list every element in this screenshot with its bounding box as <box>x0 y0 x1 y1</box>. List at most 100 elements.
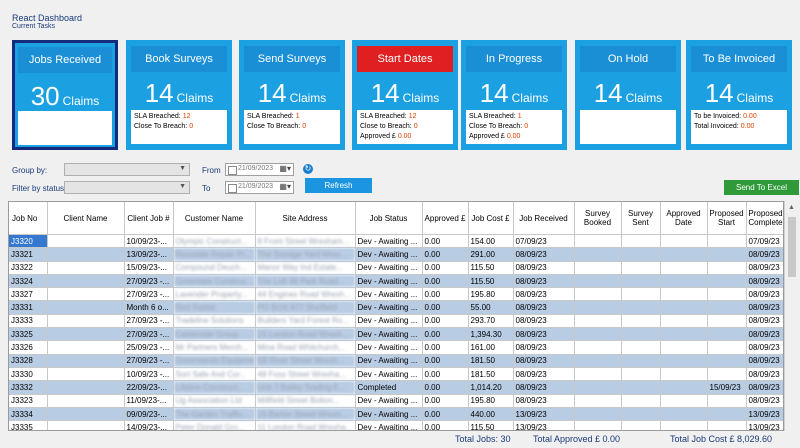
table-cell: 181.50 <box>468 354 514 368</box>
card-stat-value: 0 <box>524 123 529 130</box>
group-by-select[interactable]: ▼ <box>64 163 190 176</box>
card-to-be-invoiced[interactable]: To Be Invoiced 14 Claims To be Invoiced: 0.0… <box>686 40 792 150</box>
column-header[interactable]: Proposed Complete <box>746 202 783 235</box>
card-send-surveys[interactable]: Send Surveys 14 Claims SLA Breached: 1 Close … <box>239 40 345 150</box>
card-count: 14 Claims <box>686 78 792 109</box>
table-cell: Unit 7 Bailey Trading E... <box>255 380 356 395</box>
card-stat-label: Close To Breach: <box>469 123 523 130</box>
card-stat-value: 1 <box>295 113 300 120</box>
table-row[interactable]: J3330 10/09/23 -... Sort Safe And Cor... 48… <box>9 367 783 382</box>
table-cell <box>621 274 661 289</box>
from-date-picker[interactable]: 21/09/2023 ▦▾ <box>225 163 294 176</box>
column-header[interactable]: Job Status <box>355 202 423 235</box>
scrollbar-thumb[interactable] <box>788 217 796 277</box>
card-header[interactable]: Book Surveys <box>131 46 227 72</box>
column-header[interactable]: Approved Date <box>660 202 708 235</box>
table-cell: 291.00 <box>468 247 514 262</box>
table-cell: 0.00 <box>422 314 469 329</box>
column-header[interactable]: Client Job # <box>124 202 174 235</box>
refresh-icon[interactable]: ↻ <box>303 164 313 174</box>
card-book-surveys[interactable]: Book Surveys 14 Claims SLA Breached: 12 Close… <box>126 40 232 150</box>
column-header[interactable]: Site Address <box>255 202 356 235</box>
card-details-panel: SLA Breached: 12 Close to Breach: 0 Approved… <box>357 110 453 144</box>
column-header[interactable]: Survey Sent <box>621 202 661 235</box>
table-row[interactable]: J3323 11/09/23-... Ug Association Ltd Millf… <box>9 394 783 408</box>
table-cell <box>660 300 708 315</box>
jobs-table[interactable]: Job No Client Name Client Job # Customer Na… <box>8 201 784 431</box>
table-cell <box>574 234 622 249</box>
card-header[interactable]: Start Dates <box>357 46 453 72</box>
table-cell <box>621 367 661 382</box>
card-count-unit: Claims <box>62 94 100 108</box>
table-row[interactable]: J3334 09/09/23-... The Garden Traffic... 16… <box>9 407 783 422</box>
column-header[interactable]: Job No <box>9 202 48 235</box>
card-header[interactable]: Jobs Received <box>18 47 112 73</box>
table-cell: Ug Association Ltd <box>173 394 256 408</box>
column-header[interactable]: Approved £ <box>422 202 469 235</box>
table-cell: Greenlake Construc... <box>173 274 256 289</box>
table-row[interactable]: J3320 10/09/23-... Olympic Construct... 8 F… <box>9 234 783 249</box>
table-cell <box>574 300 622 315</box>
table-cell: 08/09/23 <box>746 340 783 355</box>
table-cell <box>47 247 125 262</box>
table-cell: J3323 <box>9 394 48 408</box>
card-count: 14 Claims <box>461 78 567 109</box>
card-count-unit: Claims <box>736 91 774 105</box>
column-header[interactable]: Job Cost £ <box>468 202 514 235</box>
from-date-checkbox[interactable] <box>228 166 237 175</box>
card-header[interactable]: Send Surveys <box>244 46 340 72</box>
vertical-scrollbar[interactable]: ▲ <box>784 201 798 431</box>
column-header[interactable]: Client Name <box>47 202 125 235</box>
card-header[interactable]: On Hold <box>580 46 676 72</box>
send-to-excel-button[interactable]: Send To Excel <box>724 180 799 195</box>
card-stat-line: Approved £0.00 <box>469 132 559 142</box>
card-stat-line: Total Invoiced: 0.00 <box>694 122 784 132</box>
table-row[interactable]: J3332 22/09/23-... Lifeline Construct... Un… <box>9 380 783 395</box>
column-header[interactable]: Job Received <box>513 202 575 235</box>
card-on-hold[interactable]: On Hold 14 Claims <box>575 40 681 150</box>
table-row[interactable]: J3331 Month 6 o... Red Rabbit PO BOX 877 Sh… <box>9 300 783 315</box>
table-cell: 27/09/23 -... <box>124 327 174 342</box>
filter-status-select[interactable]: ▼ <box>64 181 190 194</box>
table-cell: 48 Foss Street Wrexha... <box>255 367 356 382</box>
table-row[interactable]: J3333 27/09/23 -... Tradeline Solutions Bui… <box>9 314 783 329</box>
table-cell <box>660 354 708 368</box>
calendar-icon[interactable]: ▦▾ <box>279 164 291 173</box>
card-start-dates[interactable]: Start Dates 14 Claims SLA Breached: 12 Close … <box>352 40 458 150</box>
table-cell: 08/09/23 <box>513 340 575 355</box>
table-cell: J3321 <box>9 247 48 262</box>
table-cell <box>47 274 125 289</box>
table-cell: 08/09/23 <box>746 394 783 408</box>
table-cell: Dev - Awaiting ... <box>355 314 423 329</box>
table-cell: Dev - Awaiting ... <box>355 354 423 368</box>
table-cell: 13/09/23 <box>513 420 575 430</box>
table-cell <box>621 261 661 275</box>
column-header[interactable]: Customer Name <box>173 202 256 235</box>
to-date-checkbox[interactable] <box>228 184 237 193</box>
table-row[interactable]: J3335 14/09/23-... Peter Donald Gro... 11 L… <box>9 420 783 430</box>
card-in-progress[interactable]: In Progress 14 Claims SLA Breached: 1 Close T… <box>461 40 567 150</box>
table-cell: 27/09/23 -... <box>124 287 174 302</box>
table-row[interactable]: J3328 27/09/23 -...Greensands Equipment..… <box>9 354 783 368</box>
card-details-panel <box>18 111 112 145</box>
card-header[interactable]: To Be Invoiced <box>691 46 787 72</box>
card-header[interactable]: In Progress <box>466 46 562 72</box>
card-jobs-received[interactable]: Jobs Received 30 Claims <box>12 40 118 150</box>
table-row[interactable]: J3322 15/09/23-... Compound Deuch... Manor … <box>9 261 783 275</box>
table-row[interactable]: J3321 13/09/23-... Rossdale Repair Pr... Th… <box>9 247 783 262</box>
refresh-button[interactable]: Refresh <box>305 178 372 193</box>
table-cell: J3322 <box>9 261 48 275</box>
table-row[interactable]: J3326 25/09/23 -... Mr Partners Merch... Mi… <box>9 340 783 355</box>
column-header[interactable]: Proposed Start <box>707 202 747 235</box>
table-cell: 0.00 <box>422 234 469 249</box>
calendar-icon[interactable]: ▦▾ <box>279 182 291 191</box>
card-count: 14 Claims <box>352 78 458 109</box>
table-cell: Dev - Awaiting ... <box>355 327 423 342</box>
table-row[interactable]: J3327 27/09/23 -... Lavender Property... 44… <box>9 287 783 302</box>
scroll-up-icon[interactable]: ▲ <box>788 204 795 211</box>
column-header[interactable]: Survey Booked <box>574 202 622 235</box>
table-row[interactable]: J3325 27/09/23 -... Calderside Group 15 Lon… <box>9 327 783 342</box>
table-cell: 27/09/23 -... <box>124 274 174 289</box>
table-row[interactable]: J3324 27/09/23 -... Greenlake Construc... T… <box>9 274 783 289</box>
to-date-picker[interactable]: 21/09/2023 ▦▾ <box>225 181 294 194</box>
